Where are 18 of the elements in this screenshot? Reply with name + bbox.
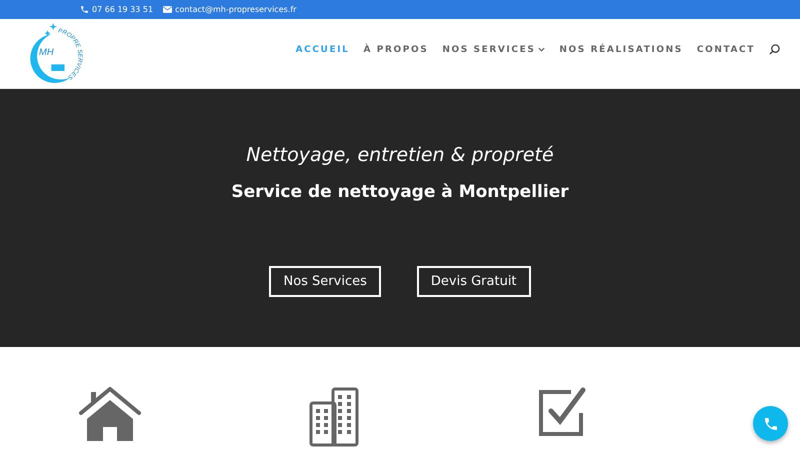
email-link[interactable]: contact@mh-propreservices.fr	[175, 5, 296, 14]
hero-subtitle: Nettoyage, entretien & propreté	[246, 144, 554, 166]
buildings-icon	[309, 387, 359, 447]
hero-button[interactable]: Nos Services	[269, 266, 381, 297]
nav-link[interactable]: À PROPOS	[364, 44, 428, 54]
nav-link[interactable]: CONTACT	[696, 44, 755, 54]
checkbox-icon	[537, 387, 587, 439]
house-icon	[79, 387, 141, 443]
phone-icon	[80, 5, 89, 14]
phone-number[interactable]: 07 66 19 33 51	[92, 5, 154, 14]
nav-link[interactable]: NOS RÉALISATIONS	[559, 44, 683, 54]
nav-link[interactable]: NOS SERVICES	[442, 44, 546, 54]
envelope-icon	[163, 6, 172, 13]
phone-icon	[762, 416, 778, 432]
hero-button[interactable]: Devis Gratuit	[416, 266, 531, 297]
caret-icon	[538, 47, 546, 52]
search-icon[interactable]	[769, 44, 780, 55]
hero-title: Service de nettoyage à Montpellier	[231, 182, 569, 202]
